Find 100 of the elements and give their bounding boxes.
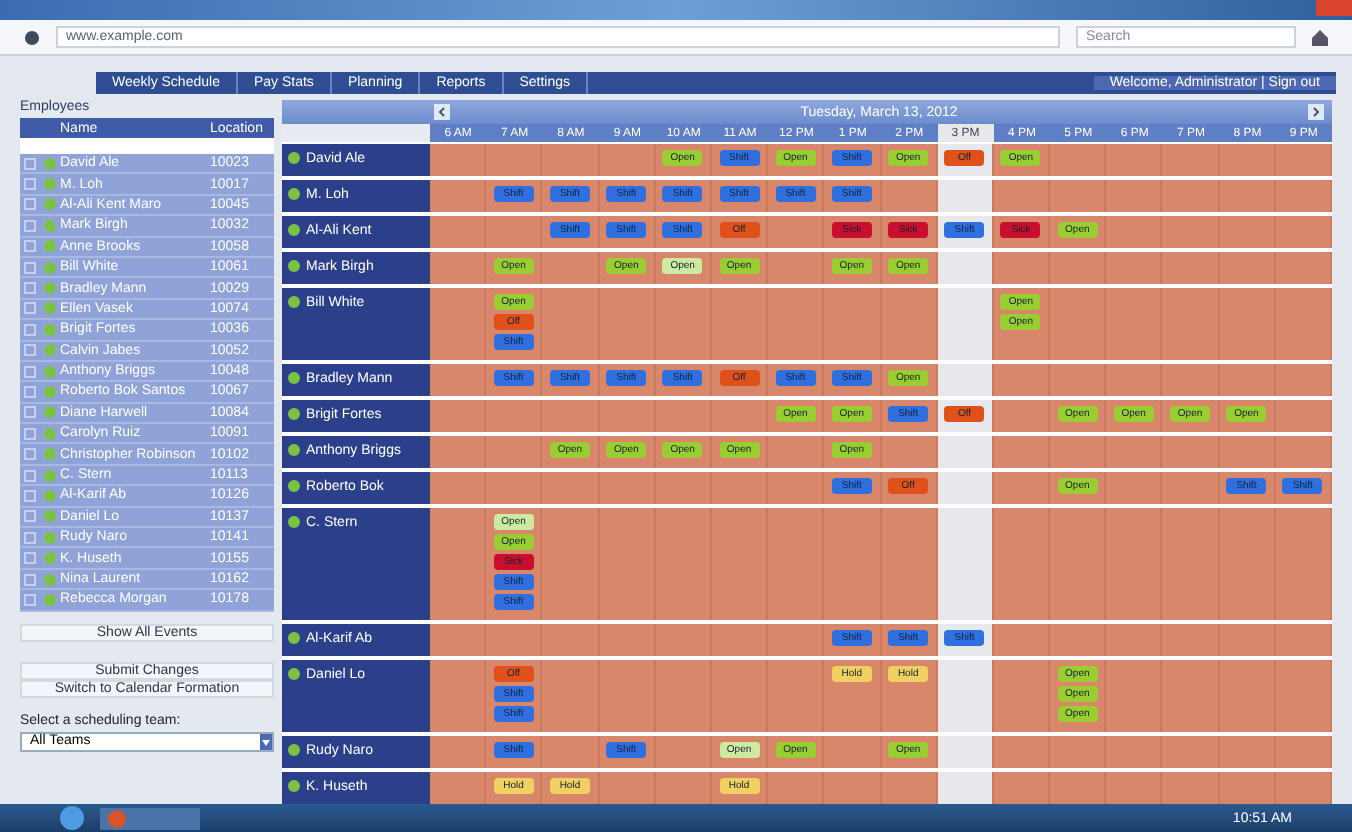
schedule-cell[interactable] [655, 288, 712, 360]
row-checkbox[interactable] [24, 240, 36, 253]
schedule-cell[interactable] [1106, 736, 1163, 768]
schedule-cell[interactable] [711, 508, 769, 620]
schedule-cell[interactable] [1162, 436, 1220, 468]
close-button[interactable] [1316, 0, 1352, 16]
schedule-cell[interactable] [993, 624, 1051, 656]
schedule-cell[interactable] [993, 400, 1051, 432]
schedule-cell[interactable] [824, 288, 881, 360]
row-checkbox[interactable] [24, 489, 36, 502]
row-checkbox[interactable] [24, 406, 36, 419]
schedule-cell[interactable] [1106, 252, 1163, 284]
schedule-cell[interactable] [993, 772, 1051, 804]
schedule-cell[interactable] [824, 736, 881, 768]
schedule-cell[interactable] [937, 772, 994, 804]
schedule-cell[interactable] [993, 736, 1051, 768]
schedule-cell[interactable] [1162, 288, 1220, 360]
start-icon[interactable] [60, 806, 84, 830]
schedule-cell[interactable] [1162, 472, 1220, 504]
schedule-cell[interactable] [599, 508, 656, 620]
row-checkbox[interactable] [24, 427, 36, 440]
row-checkbox[interactable] [24, 157, 36, 170]
row-checkbox[interactable] [24, 531, 36, 544]
schedule-cell[interactable] [993, 660, 1051, 732]
schedule-cell[interactable] [711, 624, 769, 656]
schedule-cell[interactable] [768, 436, 825, 468]
schedule-cell[interactable] [937, 508, 994, 620]
schedule-cell[interactable] [1050, 180, 1107, 212]
schedule-cell[interactable] [1106, 288, 1163, 360]
schedule-cell[interactable] [937, 436, 994, 468]
row-checkbox[interactable] [24, 323, 36, 336]
schedule-cell[interactable] [430, 772, 487, 804]
schedule-cell[interactable] [1275, 400, 1332, 432]
schedule-cell[interactable] [881, 772, 938, 804]
schedule-cell[interactable] [1106, 216, 1163, 248]
schedule-cell[interactable] [430, 364, 487, 396]
schedule-cell[interactable] [430, 436, 487, 468]
schedule-cell[interactable] [1162, 508, 1220, 620]
schedule-cell[interactable] [655, 400, 712, 432]
schedule-cell[interactable] [1162, 660, 1220, 732]
schedule-cell[interactable] [711, 660, 769, 732]
schedule-cell[interactable] [599, 660, 656, 732]
schedule-cell[interactable] [1106, 144, 1163, 176]
schedule-cell[interactable] [768, 288, 825, 360]
schedule-cell[interactable] [1275, 364, 1332, 396]
schedule-cell[interactable] [937, 180, 994, 212]
row-checkbox[interactable] [24, 385, 36, 398]
schedule-cell[interactable] [486, 144, 543, 176]
row-checkbox[interactable] [24, 573, 36, 585]
schedule-cell[interactable] [1050, 364, 1107, 396]
schedule-cell[interactable] [1275, 436, 1332, 468]
schedule-cell[interactable] [1275, 772, 1332, 804]
schedule-cell[interactable] [1050, 144, 1107, 176]
schedule-cell[interactable] [430, 252, 487, 284]
schedule-cell[interactable] [711, 288, 769, 360]
schedule-cell[interactable] [655, 772, 712, 804]
schedule-cell[interactable] [993, 472, 1051, 504]
schedule-cell[interactable] [824, 508, 881, 620]
schedule-cell[interactable] [1050, 508, 1107, 620]
schedule-cell[interactable] [1219, 772, 1276, 804]
schedule-cell[interactable] [993, 508, 1051, 620]
schedule-cell[interactable] [1106, 436, 1163, 468]
schedule-cell[interactable] [1275, 660, 1332, 732]
schedule-cell[interactable] [768, 472, 825, 504]
schedule-cell[interactable] [1050, 436, 1107, 468]
row-checkbox[interactable] [24, 552, 36, 565]
schedule-cell[interactable] [1162, 252, 1220, 284]
schedule-cell[interactable] [1219, 660, 1276, 732]
schedule-cell[interactable] [1219, 736, 1276, 768]
previous-icon[interactable] [434, 104, 450, 120]
schedule-cell[interactable] [486, 436, 543, 468]
schedule-cell[interactable] [599, 472, 656, 504]
schedule-cell[interactable] [1106, 772, 1163, 804]
schedule-cell[interactable] [768, 624, 825, 656]
schedule-cell[interactable] [768, 660, 825, 732]
row-checkbox[interactable] [24, 365, 36, 378]
schedule-cell[interactable] [1275, 216, 1332, 248]
schedule-cell[interactable] [937, 288, 994, 360]
schedule-cell[interactable] [937, 736, 994, 768]
schedule-cell[interactable] [1219, 508, 1276, 620]
schedule-cell[interactable] [1219, 144, 1276, 176]
schedule-cell[interactable] [430, 180, 487, 212]
schedule-cell[interactable] [1219, 624, 1276, 656]
schedule-cell[interactable] [599, 772, 656, 804]
schedule-cell[interactable] [655, 472, 712, 504]
schedule-cell[interactable] [881, 180, 938, 212]
schedule-cell[interactable] [430, 736, 487, 768]
schedule-cell[interactable] [542, 736, 600, 768]
row-checkbox[interactable] [24, 593, 36, 606]
schedule-cell[interactable] [1219, 436, 1276, 468]
schedule-cell[interactable] [1219, 288, 1276, 360]
schedule-cell[interactable] [881, 436, 938, 468]
schedule-cell[interactable] [1106, 472, 1163, 504]
schedule-cell[interactable] [1050, 772, 1107, 804]
schedule-cell[interactable] [655, 508, 712, 620]
row-checkbox[interactable] [24, 344, 36, 357]
schedule-cell[interactable] [1275, 736, 1332, 768]
schedule-cell[interactable] [937, 472, 994, 504]
schedule-cell[interactable] [1162, 180, 1220, 212]
schedule-cell[interactable] [768, 772, 825, 804]
